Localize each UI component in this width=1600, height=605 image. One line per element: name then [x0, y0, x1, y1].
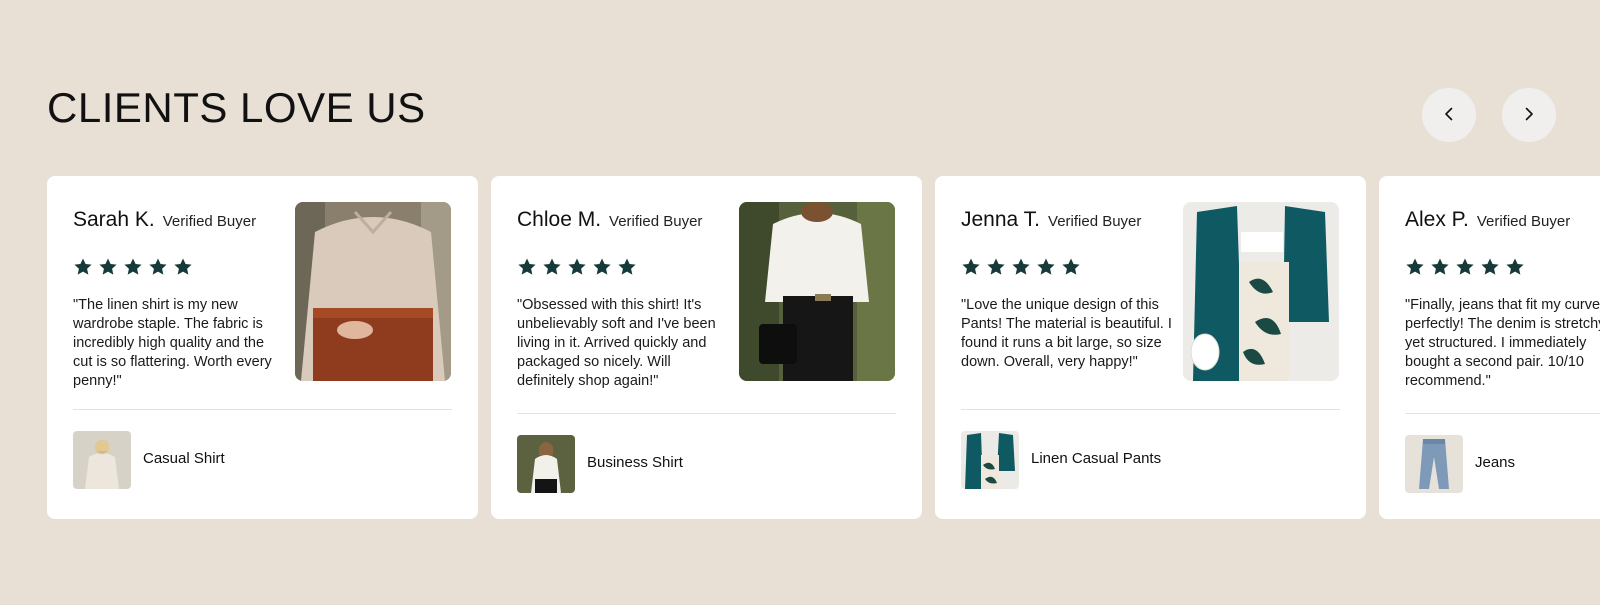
product-thumbnail[interactable]: [517, 435, 575, 493]
star-icon: [1011, 257, 1031, 277]
star-icon: [542, 257, 562, 277]
review-card: Sarah K. Verified Buyer "The linen shirt…: [47, 176, 478, 519]
verified-badge: Verified Buyer: [1048, 213, 1142, 230]
review-photo: [295, 202, 451, 381]
star-rating: [961, 257, 1081, 277]
card-divider: [73, 409, 452, 410]
review-text: "Love the unique design of this Pants! T…: [961, 297, 1172, 370]
reviewer-name: Jenna T.: [961, 208, 1041, 231]
star-icon: [1430, 257, 1450, 277]
verified-badge: Verified Buyer: [609, 213, 703, 230]
carousel-next-button[interactable]: [1502, 88, 1556, 142]
chevron-left-icon: [1441, 106, 1457, 125]
star-rating: [73, 257, 193, 277]
star-rating: [1405, 257, 1525, 277]
product-name[interactable]: Casual Shirt: [143, 450, 225, 467]
reviews-carousel: Sarah K. Verified Buyer "The linen shirt…: [47, 176, 1600, 520]
card-divider: [517, 413, 896, 414]
star-icon: [98, 257, 118, 277]
review-card: Jenna T. Verified Buyer "Love the unique…: [935, 176, 1366, 519]
verified-badge: Verified Buyer: [1476, 213, 1571, 230]
star-icon: [517, 257, 537, 277]
review-text: "Finally, jeans that fit my curves perfe…: [1405, 297, 1600, 389]
product-thumbnail[interactable]: [73, 431, 131, 489]
star-icon: [1480, 257, 1500, 277]
card-divider: [961, 409, 1340, 410]
verified-badge: Verified Buyer: [162, 213, 257, 230]
star-icon: [73, 257, 93, 277]
star-icon: [1036, 257, 1056, 277]
product-thumbnail[interactable]: [961, 431, 1019, 489]
star-rating: [517, 257, 637, 277]
star-icon: [123, 257, 143, 277]
review-card: Alex P. Verified Buyer "Finally, jeans t…: [1379, 176, 1600, 519]
card-divider: [1405, 413, 1600, 414]
star-icon: [1455, 257, 1475, 277]
carousel-prev-button[interactable]: [1422, 88, 1476, 142]
star-icon: [617, 257, 637, 277]
star-icon: [986, 257, 1006, 277]
star-icon: [1061, 257, 1081, 277]
star-icon: [961, 257, 981, 277]
reviewer-name: Alex P.: [1405, 208, 1469, 231]
reviewer-name: Chloe M.: [517, 208, 602, 231]
star-icon: [567, 257, 587, 277]
review-photo: [1183, 202, 1339, 381]
product-thumbnail[interactable]: [1405, 435, 1463, 493]
review-photo: [739, 202, 895, 381]
star-icon: [1505, 257, 1525, 277]
star-icon: [173, 257, 193, 277]
reviewer-name: Sarah K.: [73, 208, 155, 231]
review-card: Chloe M. Verified Buyer "Obsessed with t…: [491, 176, 922, 519]
star-icon: [1405, 257, 1425, 277]
product-name[interactable]: Linen Casual Pants: [1031, 450, 1161, 467]
review-text: "The linen shirt is my new wardrobe stap…: [73, 297, 272, 389]
review-text: "Obsessed with this shirt! It's unbeliev…: [517, 297, 716, 389]
star-icon: [148, 257, 168, 277]
chevron-right-icon: [1521, 106, 1537, 125]
star-icon: [592, 257, 612, 277]
product-name[interactable]: Jeans: [1475, 454, 1515, 471]
product-name[interactable]: Business Shirt: [587, 454, 683, 471]
section-title: CLIENTS LOVE US: [47, 84, 426, 131]
